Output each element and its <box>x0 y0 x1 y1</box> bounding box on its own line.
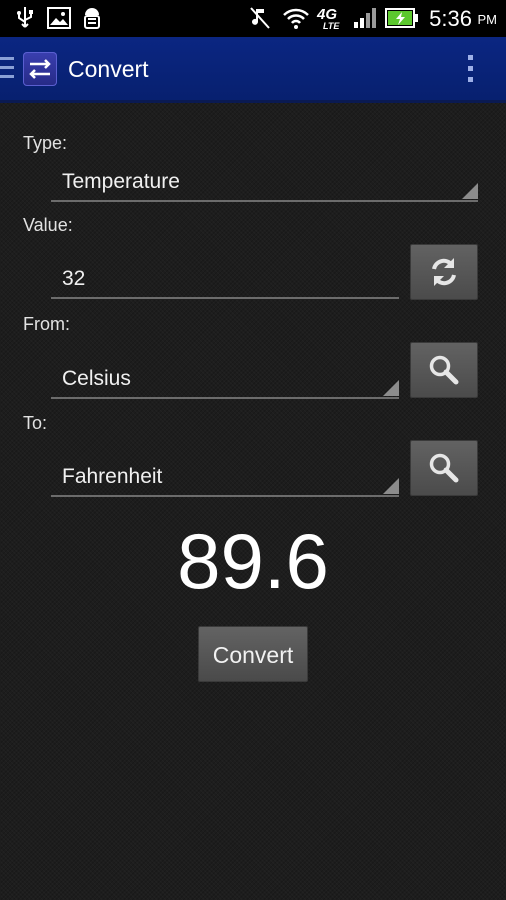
spinner-arrow-icon <box>462 183 478 199</box>
swap-units-button[interactable] <box>410 244 478 300</box>
app-logo-icon[interactable] <box>23 52 57 86</box>
type-label: Type: <box>23 133 68 153</box>
from-spinner[interactable]: Celsius <box>51 363 399 399</box>
refresh-icon <box>432 258 456 286</box>
clock-time: 5:36 <box>429 6 472 31</box>
search-icon <box>429 453 459 483</box>
page-title: Convert <box>68 56 149 82</box>
status-bar: 4G LTE 5:36 PM <box>0 0 506 37</box>
4g-lte-icon: 4G LTE <box>317 6 340 31</box>
to-spinner[interactable]: Fahrenheit <box>51 461 399 497</box>
action-bar: Convert <box>0 37 506 103</box>
from-spinner-value: Celsius <box>62 367 131 390</box>
android-debug-icon <box>84 8 100 29</box>
signal-icon <box>354 8 376 28</box>
conversion-result: 89.6 <box>177 517 329 605</box>
convert-button[interactable]: Convert <box>198 626 308 682</box>
clock-ampm: PM <box>477 12 498 27</box>
type-spinner-value: Temperature <box>62 170 180 193</box>
spinner-arrow-icon <box>383 478 399 494</box>
search-icon <box>429 355 459 385</box>
battery-charging-icon <box>385 8 418 28</box>
mute-icon <box>250 7 270 29</box>
overflow-menu-icon[interactable] <box>468 55 474 83</box>
value-input[interactable]: 32 <box>51 263 399 299</box>
value-label: Value: <box>23 215 73 235</box>
to-search-button[interactable] <box>410 440 478 496</box>
type-spinner[interactable]: Temperature <box>51 166 478 202</box>
spinner-arrow-icon <box>383 380 399 396</box>
to-spinner-value: Fahrenheit <box>62 465 163 488</box>
value-input-text: 32 <box>62 267 86 290</box>
image-icon <box>47 7 71 29</box>
drawer-indicator-icon[interactable] <box>0 57 14 79</box>
usb-icon <box>17 7 33 28</box>
from-label: From: <box>23 314 70 334</box>
wifi-icon <box>283 8 309 29</box>
from-search-button[interactable] <box>410 342 478 398</box>
to-label: To: <box>23 413 48 433</box>
